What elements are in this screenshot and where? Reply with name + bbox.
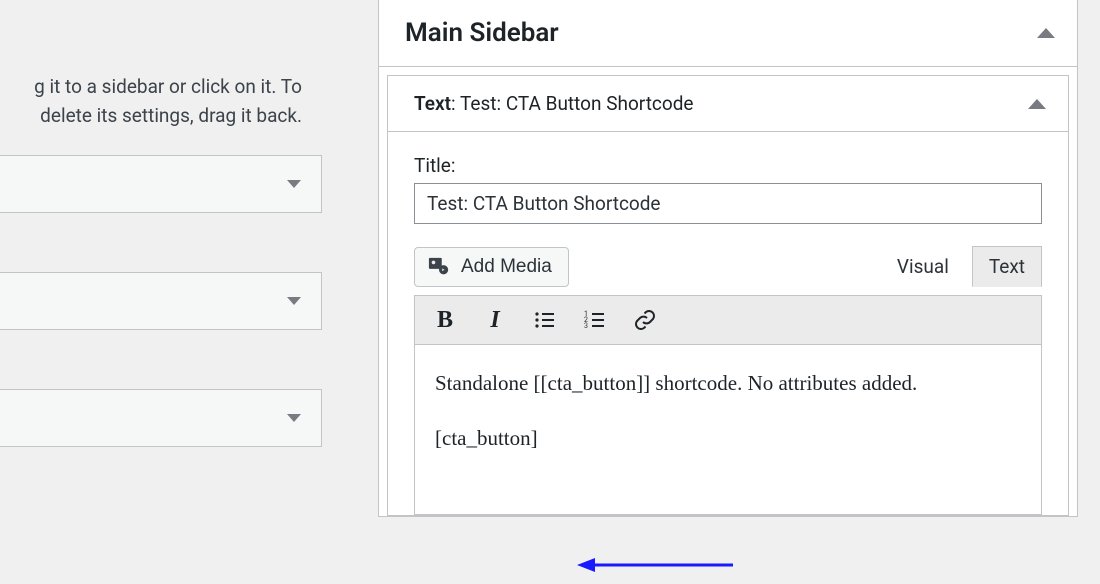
widget-stub-2-desc: er.	[0, 344, 322, 389]
add-media-label: Add Media	[461, 256, 552, 278]
title-label: Title:	[414, 154, 1042, 177]
widget-type: Text	[414, 92, 451, 115]
chevron-down-icon	[287, 180, 301, 188]
editor-toolbar: B I 123	[414, 295, 1042, 345]
editor-content[interactable]: Standalone [[cta_button]] shortcode. No …	[414, 345, 1042, 515]
sidebar-area-title: Main Sidebar	[405, 18, 559, 48]
instructions-line-1: g it to a sidebar or click on it. To	[34, 75, 302, 98]
collapse-icon	[1028, 99, 1046, 109]
widget-stub-3[interactable]	[0, 389, 322, 447]
bullet-list-button[interactable]	[531, 306, 559, 334]
collapse-icon	[1037, 28, 1055, 38]
editor-tabs: Visual Text	[880, 246, 1042, 287]
sidebar-area-header[interactable]: Main Sidebar	[379, 0, 1077, 67]
widget-stub-2[interactable]	[0, 272, 322, 330]
widget-stub-3-desc: s Posts.	[0, 461, 322, 506]
available-widgets-instructions: g it to a sidebar or click on it. To del…	[0, 12, 322, 155]
widget-stub-1[interactable]	[0, 155, 322, 213]
tab-visual[interactable]: Visual	[880, 246, 966, 287]
widget-name: Test: CTA Button Shortcode	[460, 92, 694, 115]
widget-body: Title: Add Media Visual Text B I	[387, 132, 1069, 516]
italic-button[interactable]: I	[481, 306, 509, 334]
chevron-down-icon	[287, 414, 301, 422]
link-button[interactable]	[631, 306, 659, 334]
svg-text:3: 3	[584, 322, 588, 330]
media-icon	[427, 256, 451, 278]
widget-stub-1-desc: ur site's Posts.	[0, 227, 322, 272]
numbered-list-button[interactable]: 123	[581, 306, 609, 334]
content-paragraph-2: [cta_button]	[435, 422, 1021, 455]
available-widgets-column: g it to a sidebar or click on it. To del…	[0, 0, 340, 578]
tab-text[interactable]: Text	[972, 246, 1042, 287]
content-paragraph-1: Standalone [[cta_button]] shortcode. No …	[435, 367, 1021, 400]
annotation-arrow	[573, 550, 743, 584]
instructions-line-2: delete its settings, drag it back.	[0, 101, 302, 130]
widget-header-label: Text: Test: CTA Button Shortcode	[414, 92, 694, 115]
add-media-button[interactable]: Add Media	[414, 247, 569, 287]
bold-button[interactable]: B	[431, 306, 459, 334]
widget-header[interactable]: Text: Test: CTA Button Shortcode	[387, 75, 1069, 132]
chevron-down-icon	[287, 297, 301, 305]
widget-title-input[interactable]	[414, 183, 1042, 224]
sidebar-area-panel: Main Sidebar Text: Test: CTA Button Shor…	[378, 0, 1078, 517]
